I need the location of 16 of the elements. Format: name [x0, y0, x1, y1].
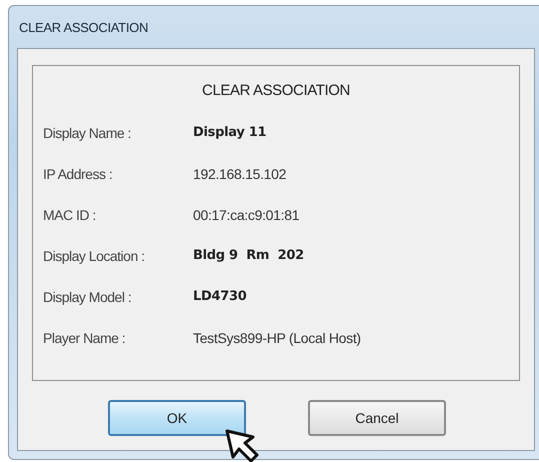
- field-label: Player Name :: [43, 330, 126, 346]
- cancel-button[interactable]: Cancel: [308, 400, 446, 436]
- field-value: LD4730: [193, 289, 246, 304]
- field-value: Display 11: [193, 125, 266, 140]
- dialog-heading: CLEAR ASSOCIATION: [201, 82, 351, 99]
- field-value: 192.168.15.102: [193, 166, 286, 182]
- ok-button[interactable]: OK: [108, 400, 246, 436]
- window-title: CLEAR ASSOCIATION: [19, 20, 148, 34]
- field-label: MAC ID :: [43, 206, 97, 222]
- field-value: Bldg 9 Rm 202: [193, 248, 304, 263]
- field-label: Display Name :: [43, 124, 132, 140]
- field-value: TestSys899-HP (Local Host): [193, 330, 361, 346]
- field-label: IP Address :: [43, 166, 114, 182]
- field-value: 00:17:ca:c9:01:81: [193, 206, 300, 222]
- field-label: Display Model :: [43, 288, 132, 304]
- field-label: Display Location :: [43, 248, 146, 264]
